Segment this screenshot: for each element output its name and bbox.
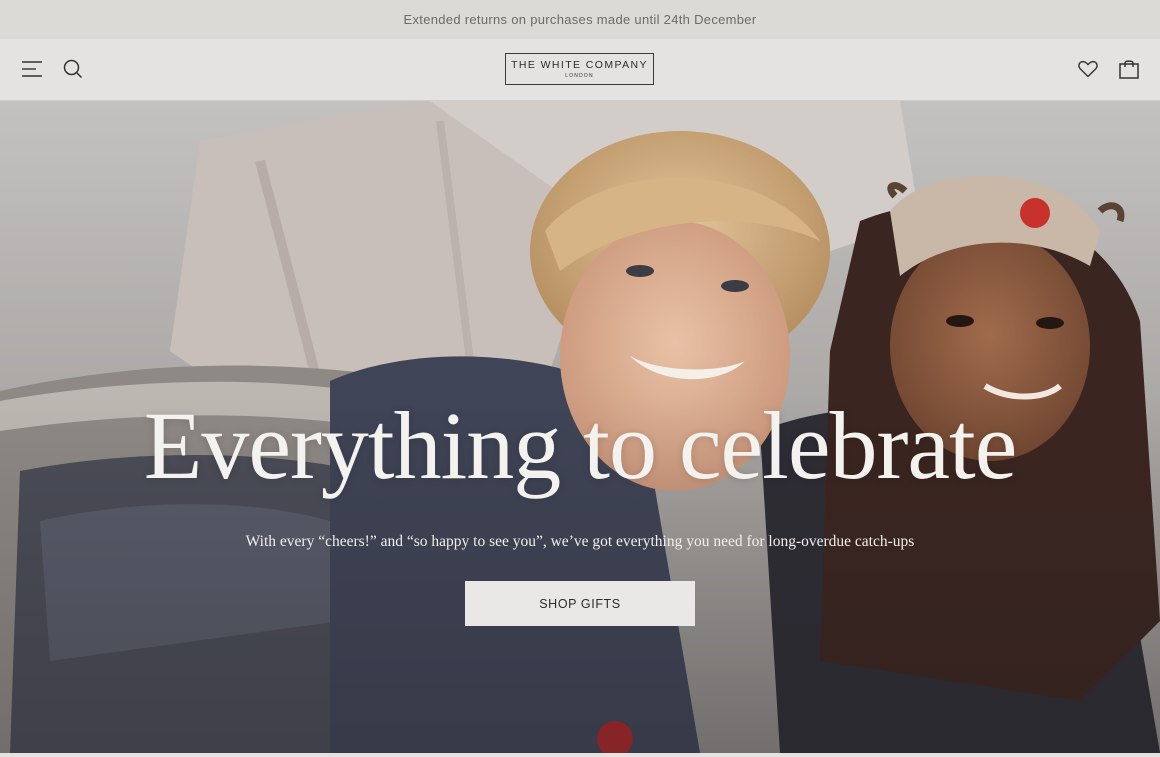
shop-gifts-button[interactable]: SHOP GIFTS <box>465 581 695 626</box>
hero-subtitle: With every “cheers!” and “so happy to se… <box>245 533 915 550</box>
logo-location: LONDON <box>565 73 594 79</box>
hamburger-menu-icon[interactable] <box>22 58 44 80</box>
promo-banner: Extended returns on purchases made until… <box>0 0 1160 39</box>
search-icon[interactable] <box>62 58 84 80</box>
logo-wordmark: THE WHITE COMPANY <box>511 59 648 71</box>
bottom-strip <box>0 753 1160 757</box>
hero-title: Everything to celebrate <box>143 392 1018 499</box>
promo-text: Extended returns on purchases made until… <box>403 12 757 27</box>
brand-logo[interactable]: THE WHITE COMPANY LONDON <box>505 53 654 85</box>
heart-icon[interactable] <box>1077 58 1099 80</box>
hero-banner: Everything to celebrate With every “chee… <box>0 101 1160 753</box>
shopping-bag-icon[interactable] <box>1118 58 1140 80</box>
site-header: THE WHITE COMPANY LONDON <box>0 39 1160 101</box>
